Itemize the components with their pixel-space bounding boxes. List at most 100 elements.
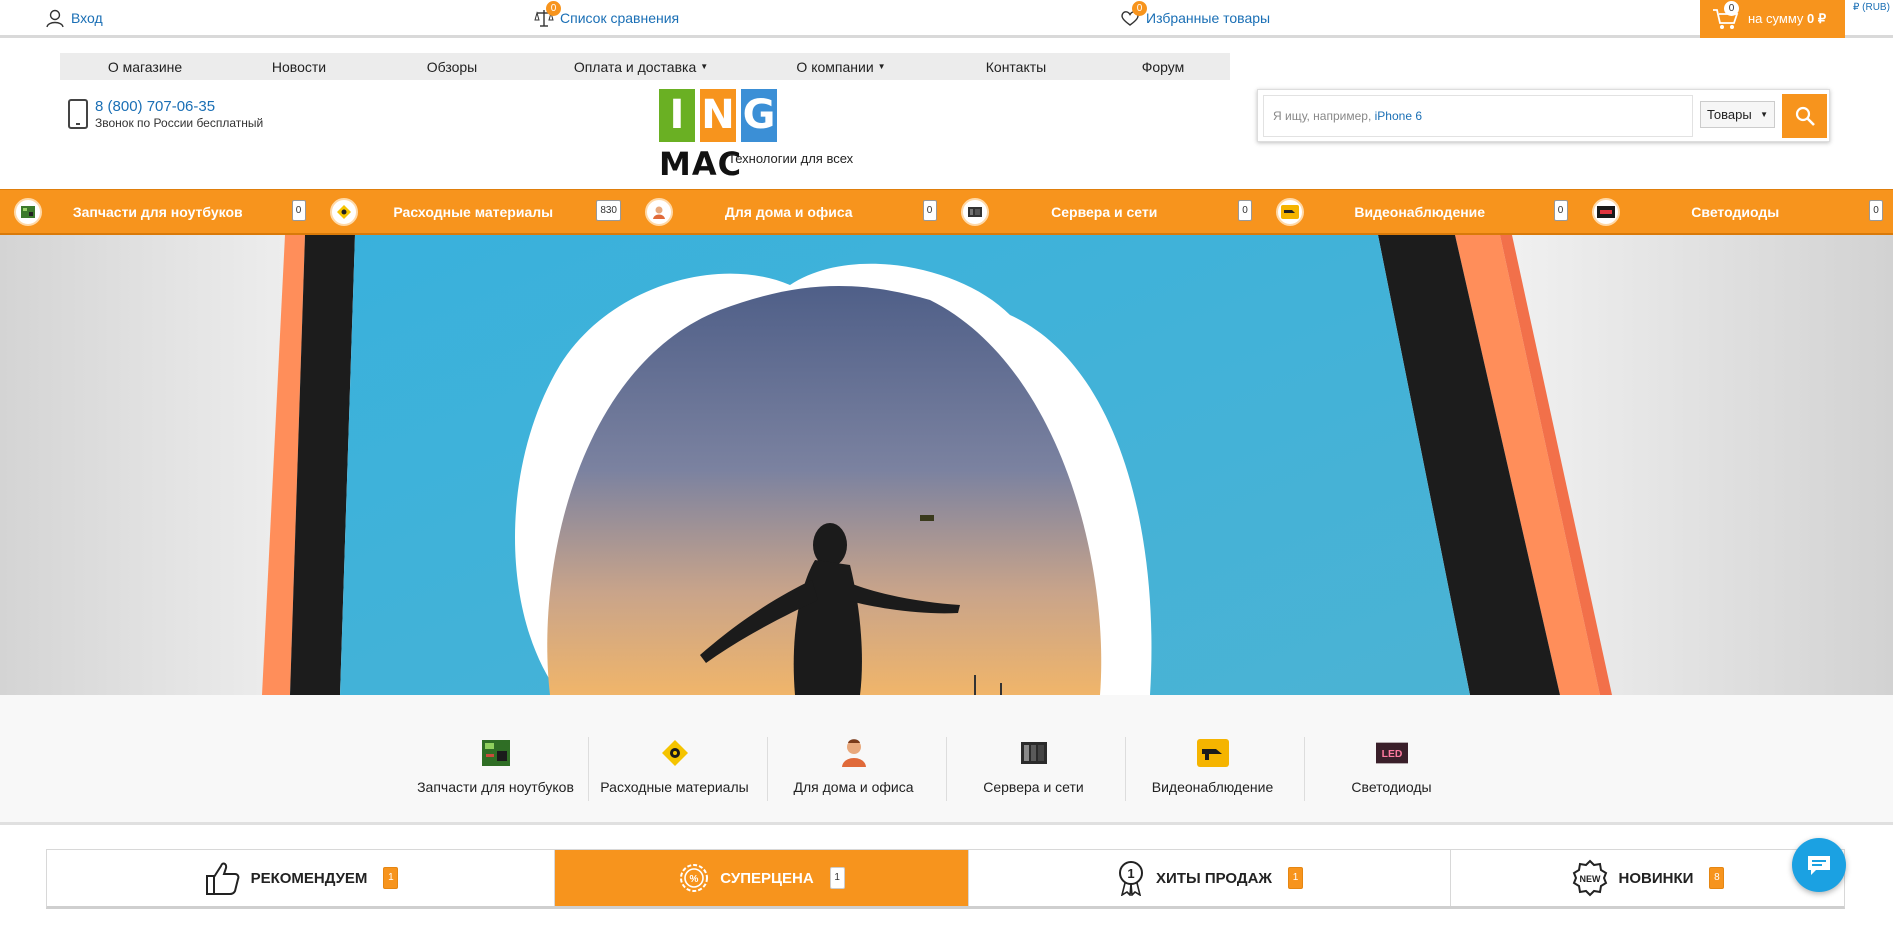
category-label: Сервера и сети [1051, 203, 1158, 220]
logo-letter: I [659, 89, 695, 142]
nav-item-about-company[interactable]: О компании ▼ [746, 53, 936, 80]
logo-letter: N [700, 89, 736, 142]
tab-recommended[interactable]: РЕКОМЕНДУЕМ 1 [47, 850, 555, 906]
cctv-camera-icon [1276, 198, 1304, 226]
chat-button[interactable] [1792, 838, 1846, 892]
category-label: Расходные материалы [393, 203, 554, 220]
nav-item-label: Оплата и доставка [573, 58, 697, 75]
tile-home-office[interactable]: Для дома и офиса [764, 737, 943, 801]
tile-servers-networks[interactable]: Сервера и сети [944, 737, 1123, 801]
nav-item-forum[interactable]: Форум [1096, 53, 1230, 80]
home-office-icon [838, 737, 870, 769]
favorites-label: Избранные товары [1146, 10, 1271, 26]
consumables-icon [659, 737, 691, 769]
tab-count: 1 [1287, 867, 1303, 889]
home-office-icon [645, 198, 673, 226]
main-nav: О магазине Новости Обзоры Оплата и доста… [60, 53, 1230, 80]
nav-item-reviews[interactable]: Обзоры [368, 53, 536, 80]
nav-item-news[interactable]: Новости [230, 53, 368, 80]
tile-leds[interactable]: LED Светодиоды [1302, 737, 1481, 801]
tab-new[interactable]: NEW НОВИНКИ 8 [1451, 850, 1844, 906]
consumables-icon [329, 198, 358, 226]
category-cctv[interactable]: Видеонаблюдение 0 [1262, 190, 1578, 233]
cart-sum-value: 0 ₽ [1807, 11, 1827, 26]
tab-supersale[interactable]: % СУПЕРЦЕНА 1 [555, 850, 969, 906]
chevron-down-icon: ▼ [1760, 110, 1768, 119]
laptop-board-icon [14, 198, 42, 226]
category-leds[interactable]: Светодиоды 0 [1578, 190, 1893, 233]
category-label: Светодиоды [1691, 203, 1780, 220]
cart-sum: на сумму 0 ₽ [1748, 11, 1826, 27]
tile-label: Для дома и офиса [793, 779, 914, 795]
search-input[interactable]: Я ищу, например, iPhone 6 [1263, 95, 1693, 137]
tile-label: Видеонаблюдение [1151, 779, 1274, 795]
tab-count: 1 [829, 867, 845, 889]
nav-item-payment-delivery[interactable]: Оплата и доставка ▼ [536, 53, 746, 80]
login-link[interactable]: Вход [45, 8, 103, 28]
tile-label: Светодиоды [1351, 779, 1432, 795]
category-count: 0 [291, 200, 306, 221]
category-bar: Запчасти для ноутбуков 0 Расходные матер… [0, 189, 1893, 235]
phone-note: Звонок по России бесплатный [95, 116, 264, 130]
tab-label: РЕКОМЕНДУЕМ [250, 869, 368, 887]
tab-label: НОВИНКИ [1618, 869, 1694, 887]
category-count: 0 [922, 200, 937, 221]
nav-item-about-store[interactable]: О магазине [60, 53, 230, 80]
cart-button[interactable]: 0 на сумму 0 ₽ [1700, 0, 1845, 38]
tab-bestsellers[interactable]: 1 ХИТЫ ПРОДАЖ 1 [969, 850, 1451, 906]
tile-label: Запчасти для ноутбуков [417, 779, 574, 795]
logo-letter: G [741, 89, 777, 142]
tile-label: Сервера и сети [983, 779, 1084, 795]
tile-label: Расходные материалы [600, 779, 749, 795]
nav-item-contacts[interactable]: Контакты [936, 53, 1096, 80]
logo-tagline: Технологии для всех [728, 151, 854, 166]
percent-badge-icon: % [680, 864, 709, 892]
category-laptop-parts[interactable]: Запчасти для ноутбуков 0 [0, 190, 316, 233]
hero-banner[interactable] [0, 235, 1893, 695]
nav-item-label: Новости [271, 58, 327, 75]
tab-count: 1 [383, 867, 399, 889]
cart-counter: 0 [1724, 1, 1739, 16]
nav-item-label: Контакты [985, 58, 1047, 75]
tab-label: СУПЕРЦЕНА [720, 869, 814, 887]
compare-counter: 0 [546, 1, 561, 16]
nav-item-label: Обзоры [426, 58, 478, 75]
search-icon [1795, 106, 1815, 126]
category-count: 830 [596, 200, 621, 221]
search-placeholder: Я ищу, например, [1273, 109, 1372, 123]
currency-switcher[interactable]: ₽ (RUB) [1853, 2, 1890, 13]
led-icon [1591, 198, 1620, 226]
search-scope-select[interactable]: Товары ▼ [1700, 101, 1775, 128]
tile-laptop-parts[interactable]: Запчасти для ноутбуков [406, 737, 585, 801]
top-bar: Вход Список сравнения 0 Избранные товары… [0, 0, 1893, 38]
category-consumables[interactable]: Расходные материалы 830 [316, 190, 632, 233]
phone-number[interactable]: 8 (800) 707-06-35 [95, 98, 215, 115]
category-count: 0 [1869, 200, 1883, 221]
category-label: Для дома и офиса [724, 203, 853, 220]
category-servers-networks[interactable]: Сервера и сети 0 [947, 190, 1263, 233]
server-icon [1018, 737, 1050, 769]
user-icon [46, 9, 64, 28]
hero-image [262, 235, 1612, 695]
tile-cctv[interactable]: Видеонаблюдение [1123, 737, 1302, 801]
chevron-down-icon: ▼ [877, 62, 886, 71]
search-button[interactable] [1782, 94, 1827, 138]
cart-sum-prefix: на сумму [1748, 11, 1804, 26]
product-tabs: РЕКОМЕНДУЕМ 1 % СУПЕРЦЕНА 1 1 ХИТЫ ПРОДА… [46, 849, 1845, 909]
tile-consumables[interactable]: Расходные материалы [585, 737, 764, 801]
category-label: Видеонаблюдение [1354, 203, 1486, 220]
tab-label: ХИТЫ ПРОДАЖ [1156, 869, 1272, 887]
category-count: 0 [1553, 200, 1568, 221]
phone-icon [68, 99, 88, 129]
led-text: LED [1381, 749, 1402, 760]
favorites-counter: 0 [1132, 1, 1147, 16]
svg-text:NEW: NEW [1579, 874, 1601, 884]
chat-bubble-icon [1808, 856, 1830, 875]
category-home-office[interactable]: Для дома и офиса 0 [631, 190, 947, 233]
login-label: Вход [71, 10, 103, 26]
nav-item-label: О магазине [107, 58, 183, 75]
svg-text:%: % [690, 874, 699, 885]
thumbs-up-icon [205, 862, 239, 895]
nav-item-label: Форум [1141, 58, 1185, 75]
search-hint: iPhone 6 [1374, 109, 1423, 123]
